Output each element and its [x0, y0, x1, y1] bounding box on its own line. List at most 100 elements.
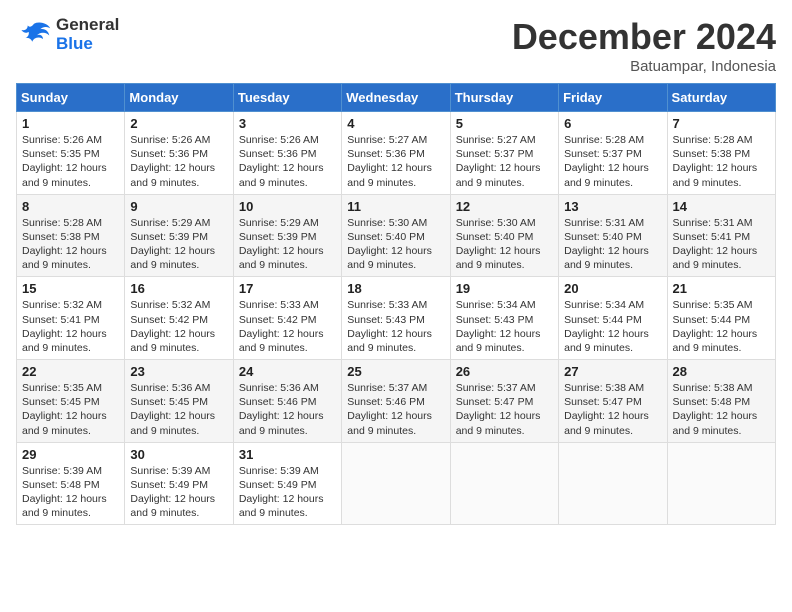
day-info: Sunrise: 5:39 AMSunset: 5:49 PMDaylight:… [130, 465, 215, 520]
weekday-header-monday: Monday [125, 84, 233, 112]
calendar-cell: 9 Sunrise: 5:29 AMSunset: 5:39 PMDaylight… [125, 194, 233, 277]
calendar-cell: 14Sunrise: 5:31 AMSunset: 5:41 PMDayligh… [667, 194, 775, 277]
calendar-cell: 29 Sunrise: 5:39 AMSunset: 5:48 PMDayligh… [17, 442, 125, 525]
day-info: Sunrise: 5:35 AMSunset: 5:44 PMDaylight:… [673, 299, 758, 354]
calendar-cell: 2 Sunrise: 5:26 AMSunset: 5:36 PMDaylight… [125, 112, 233, 195]
day-info: Sunrise: 5:29 AMSunset: 5:39 PMDaylight:… [130, 217, 215, 272]
calendar-cell: 21 Sunrise: 5:35 AMSunset: 5:44 PMDayligh… [667, 277, 775, 360]
day-number: 30 [130, 447, 227, 462]
calendar-cell: 27 Sunrise: 5:38 AMSunset: 5:47 PMDayligh… [559, 360, 667, 443]
day-number: 28 [673, 364, 770, 379]
day-info: Sunrise: 5:27 AMSunset: 5:37 PMDaylight:… [456, 134, 541, 189]
day-info: Sunrise: 5:36 AMSunset: 5:45 PMDaylight:… [130, 382, 215, 437]
page-header: General Blue December 2024 Batuampar, In… [16, 16, 776, 75]
day-number: 18 [347, 281, 444, 296]
day-info: Sunrise: 5:39 AMSunset: 5:48 PMDaylight:… [22, 465, 107, 520]
weekday-header-friday: Friday [559, 84, 667, 112]
day-info: Sunrise: 5:34 AMSunset: 5:44 PMDaylight:… [564, 299, 649, 354]
logo: General Blue [16, 16, 119, 53]
day-number: 25 [347, 364, 444, 379]
day-info: Sunrise: 5:37 AMSunset: 5:47 PMDaylight:… [456, 382, 541, 437]
day-info: Sunrise: 5:28 AMSunset: 5:38 PMDaylight:… [673, 134, 758, 189]
day-number: 10 [239, 199, 336, 214]
calendar-cell: 4Sunrise: 5:27 AMSunset: 5:36 PMDaylight… [342, 112, 450, 195]
day-info: Sunrise: 5:37 AMSunset: 5:46 PMDaylight:… [347, 382, 432, 437]
day-info: Sunrise: 5:31 AMSunset: 5:41 PMDaylight:… [673, 217, 758, 272]
day-info: Sunrise: 5:32 AMSunset: 5:42 PMDaylight:… [130, 299, 215, 354]
day-info: Sunrise: 5:34 AMSunset: 5:43 PMDaylight:… [456, 299, 541, 354]
calendar-cell [559, 442, 667, 525]
day-number: 1 [22, 116, 119, 131]
day-number: 19 [456, 281, 553, 296]
day-info: Sunrise: 5:27 AMSunset: 5:36 PMDaylight:… [347, 134, 432, 189]
day-info: Sunrise: 5:31 AMSunset: 5:40 PMDaylight:… [564, 217, 649, 272]
day-info: Sunrise: 5:26 AMSunset: 5:36 PMDaylight:… [130, 134, 215, 189]
calendar-cell: 1 Sunrise: 5:26 AMSunset: 5:35 PMDaylight… [17, 112, 125, 195]
day-number: 24 [239, 364, 336, 379]
day-info: Sunrise: 5:39 AMSunset: 5:49 PMDaylight:… [239, 465, 324, 520]
calendar-cell: 20 Sunrise: 5:34 AMSunset: 5:44 PMDayligh… [559, 277, 667, 360]
calendar-cell [450, 442, 558, 525]
calendar-cell [667, 442, 775, 525]
day-number: 12 [456, 199, 553, 214]
day-number: 11 [347, 199, 444, 214]
logo-text-container: General Blue [56, 16, 119, 53]
day-info: Sunrise: 5:30 AMSunset: 5:40 PMDaylight:… [456, 217, 541, 272]
calendar-cell: 3 Sunrise: 5:26 AMSunset: 5:36 PMDaylight… [233, 112, 341, 195]
calendar-table: SundayMondayTuesdayWednesdayThursdayFrid… [16, 83, 776, 525]
calendar-cell: 18 Sunrise: 5:33 AMSunset: 5:43 PMDayligh… [342, 277, 450, 360]
day-number: 15 [22, 281, 119, 296]
calendar-week-row: 1 Sunrise: 5:26 AMSunset: 5:35 PMDaylight… [17, 112, 776, 195]
day-info: Sunrise: 5:33 AMSunset: 5:42 PMDaylight:… [239, 299, 324, 354]
day-number: 31 [239, 447, 336, 462]
day-number: 9 [130, 199, 227, 214]
calendar-cell: 6Sunrise: 5:28 AMSunset: 5:37 PMDaylight… [559, 112, 667, 195]
day-number: 17 [239, 281, 336, 296]
calendar-cell: 23 Sunrise: 5:36 AMSunset: 5:45 PMDayligh… [125, 360, 233, 443]
weekday-header-thursday: Thursday [450, 84, 558, 112]
calendar-cell: 24Sunrise: 5:36 AMSunset: 5:46 PMDayligh… [233, 360, 341, 443]
calendar-cell: 22Sunrise: 5:35 AMSunset: 5:45 PMDayligh… [17, 360, 125, 443]
day-info: Sunrise: 5:26 AMSunset: 5:36 PMDaylight:… [239, 134, 324, 189]
day-number: 5 [456, 116, 553, 131]
calendar-cell: 15Sunrise: 5:32 AMSunset: 5:41 PMDayligh… [17, 277, 125, 360]
calendar-cell: 26Sunrise: 5:37 AMSunset: 5:47 PMDayligh… [450, 360, 558, 443]
calendar-cell: 11Sunrise: 5:30 AMSunset: 5:40 PMDayligh… [342, 194, 450, 277]
day-number: 23 [130, 364, 227, 379]
logo-general: General [56, 15, 119, 34]
day-number: 29 [22, 447, 119, 462]
calendar-cell: 8 Sunrise: 5:28 AMSunset: 5:38 PMDaylight… [17, 194, 125, 277]
calendar-cell: 12 Sunrise: 5:30 AMSunset: 5:40 PMDayligh… [450, 194, 558, 277]
day-number: 13 [564, 199, 661, 214]
day-info: Sunrise: 5:28 AMSunset: 5:38 PMDaylight:… [22, 217, 107, 272]
location-text: Batuampar, Indonesia [512, 58, 776, 75]
calendar-cell: 25 Sunrise: 5:37 AMSunset: 5:46 PMDayligh… [342, 360, 450, 443]
day-info: Sunrise: 5:26 AMSunset: 5:35 PMDaylight:… [22, 134, 107, 189]
calendar-cell: 16 Sunrise: 5:32 AMSunset: 5:42 PMDayligh… [125, 277, 233, 360]
calendar-week-row: 29 Sunrise: 5:39 AMSunset: 5:48 PMDayligh… [17, 442, 776, 525]
calendar-week-row: 15Sunrise: 5:32 AMSunset: 5:41 PMDayligh… [17, 277, 776, 360]
day-number: 27 [564, 364, 661, 379]
day-number: 7 [673, 116, 770, 131]
logo-bird-icon [16, 19, 52, 51]
calendar-cell: 7 Sunrise: 5:28 AMSunset: 5:38 PMDaylight… [667, 112, 775, 195]
calendar-cell [342, 442, 450, 525]
day-number: 8 [22, 199, 119, 214]
month-title: December 2024 [512, 16, 776, 58]
day-number: 21 [673, 281, 770, 296]
weekday-header-saturday: Saturday [667, 84, 775, 112]
day-number: 2 [130, 116, 227, 131]
calendar-week-row: 8 Sunrise: 5:28 AMSunset: 5:38 PMDaylight… [17, 194, 776, 277]
calendar-cell: 5 Sunrise: 5:27 AMSunset: 5:37 PMDaylight… [450, 112, 558, 195]
day-number: 16 [130, 281, 227, 296]
day-number: 20 [564, 281, 661, 296]
day-info: Sunrise: 5:33 AMSunset: 5:43 PMDaylight:… [347, 299, 432, 354]
calendar-cell: 30 Sunrise: 5:39 AMSunset: 5:49 PMDayligh… [125, 442, 233, 525]
calendar-cell: 19 Sunrise: 5:34 AMSunset: 5:43 PMDayligh… [450, 277, 558, 360]
calendar-cell: 17 Sunrise: 5:33 AMSunset: 5:42 PMDayligh… [233, 277, 341, 360]
day-info: Sunrise: 5:38 AMSunset: 5:47 PMDaylight:… [564, 382, 649, 437]
day-info: Sunrise: 5:29 AMSunset: 5:39 PMDaylight:… [239, 217, 324, 272]
day-number: 3 [239, 116, 336, 131]
day-info: Sunrise: 5:28 AMSunset: 5:37 PMDaylight:… [564, 134, 649, 189]
calendar-cell: 10 Sunrise: 5:29 AMSunset: 5:39 PMDayligh… [233, 194, 341, 277]
